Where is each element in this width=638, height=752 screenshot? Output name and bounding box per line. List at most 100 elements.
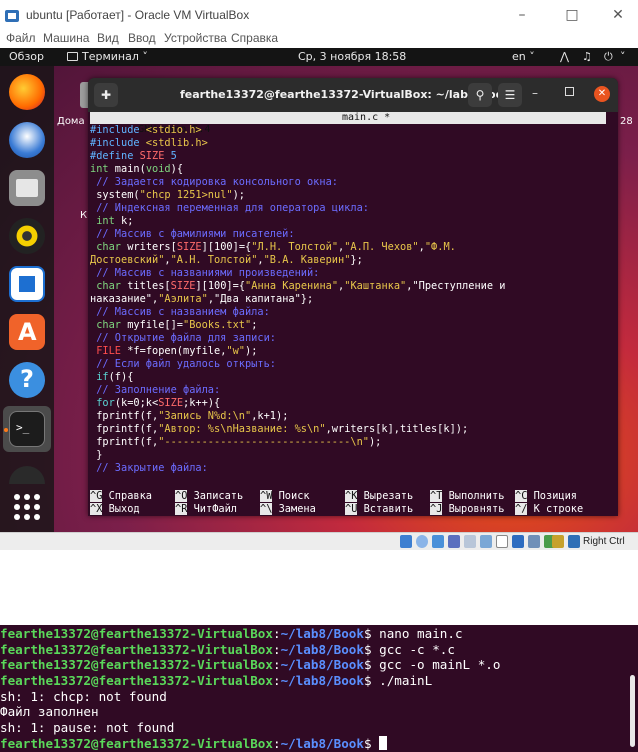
mouse-integration-icon[interactable] [552, 535, 564, 548]
code-token: "Анна Каренина" [245, 280, 339, 292]
code-token: Достоевский" [90, 254, 165, 266]
shortcut-item[interactable]: ^R ЧитФайл [175, 503, 237, 516]
usb-icon[interactable] [448, 535, 460, 548]
code-token: #include [90, 137, 146, 149]
shortcut-item[interactable]: ^J Выровнять [430, 503, 504, 516]
clock[interactable]: Ср, 3 ноября 18:58 [298, 50, 406, 63]
shortcut-item[interactable]: ^G Справка [90, 490, 152, 503]
code-token: <stdio.h> [145, 124, 202, 136]
menu-devices[interactable]: Устройства [164, 31, 227, 45]
terminal-window[interactable]: ✚ fearthe13372@fearthe13372-VirtualBox: … [88, 78, 618, 516]
prompt-user: fearthe13372@fearthe13372-VirtualBox [0, 657, 273, 673]
code-token: ][100]={ [195, 280, 246, 292]
trash-icon[interactable] [9, 466, 45, 484]
shortcut-item[interactable]: ^K Вырезать [345, 490, 413, 503]
optical-drive-icon[interactable] [400, 535, 412, 548]
shortcut-key: ^J [430, 503, 443, 515]
capture-icon[interactable] [512, 535, 524, 548]
firefox-icon[interactable] [9, 74, 45, 110]
code-token: titles[ [121, 280, 171, 292]
code-line: for(k=0;k<SIZE;k++){ [90, 397, 610, 410]
code-line: // Открытие файла для записи: [90, 332, 610, 345]
scrollbar[interactable] [630, 675, 635, 747]
code-token: "chcp 1251>nul" [139, 189, 233, 201]
code-token: SIZE [176, 241, 202, 253]
menu-file[interactable]: Файл [6, 31, 36, 45]
prompt-user: fearthe13372@fearthe13372-VirtualBox [0, 673, 273, 689]
code-line: // Массив с названием файла: [90, 306, 610, 319]
code-token: "Автор: %s\nНазвание: %s\n" [158, 423, 326, 435]
shortcut-item[interactable]: ^T Выполнить [430, 490, 504, 503]
maximize-button[interactable] [565, 87, 574, 96]
hamburger-menu-icon[interactable]: ☰ [498, 83, 522, 107]
terminal-app-menu[interactable]: Терминал ˅ [67, 50, 148, 63]
search-icon[interactable]: ⚲ [468, 83, 492, 107]
shortcut-item[interactable]: ^O Записать [175, 490, 243, 503]
shortcut-item[interactable]: ^U Вставить [345, 503, 413, 516]
vm-screen[interactable]: Обзор Терминал ˅ Ср, 3 ноября 18:58 en ˅… [0, 48, 638, 532]
shortcut-item[interactable]: ^X Выход [90, 503, 140, 516]
network-adapter-icon[interactable] [432, 535, 444, 548]
shortcut-item[interactable]: ^C Позиция [515, 490, 577, 503]
power-icon[interactable]: ⏻ [604, 50, 613, 64]
volume-icon[interactable]: ♫ [582, 50, 592, 63]
shortcut-label: Позиция [533, 490, 578, 502]
code-token: myfile[]= [121, 319, 184, 331]
code-token: k; [114, 215, 134, 227]
files-icon[interactable] [9, 170, 45, 206]
shortcut-item[interactable]: ^W Поиск [260, 490, 310, 503]
shortcut-item[interactable]: ^\ Замена [260, 503, 316, 516]
host-terminal[interactable]: fearthe13372@fearthe13372-VirtualBox: ~/l… [0, 625, 638, 752]
network-icon[interactable]: ⋀ [560, 50, 569, 63]
new-tab-button[interactable]: ✚ [94, 83, 118, 107]
desktop-text-fragment: 28 [620, 116, 633, 127]
thunderbird-icon[interactable] [9, 122, 45, 158]
maximize-button[interactable]: □ [561, 4, 583, 26]
output-text: sh: 1: chcp: not found [0, 688, 167, 704]
code-line: int k; [90, 215, 610, 228]
menu-input[interactable]: Ввод [128, 31, 156, 45]
minimize-button[interactable]: – [532, 86, 538, 100]
shortcut-label: Вырезать [363, 490, 414, 502]
minimize-button[interactable]: – [511, 4, 533, 26]
code-line: FILE *f=fopen(myfile,"w"); [90, 345, 610, 358]
app-menu-label: Терминал [82, 50, 139, 63]
rhythmbox-icon[interactable] [9, 218, 45, 254]
chevron-down-icon: ˅ [142, 50, 148, 63]
prompt-path: ~/lab8/Book [280, 641, 364, 657]
prompt-symbol: $ [363, 641, 372, 657]
prompt-user: fearthe13372@fearthe13372-VirtualBox [0, 626, 273, 641]
code-token: "Запись N%d:\n" [158, 410, 252, 422]
display-icon[interactable] [496, 535, 508, 548]
code-editor[interactable]: #include <stdio.h> #include <stdlib.h> #de… [90, 124, 610, 475]
show-applications-icon[interactable] [14, 494, 40, 520]
help-icon[interactable]: ? [9, 362, 45, 398]
edit-icon[interactable] [480, 535, 492, 548]
close-window-button[interactable]: ✕ [607, 4, 629, 26]
keyboard-icon[interactable] [568, 535, 580, 548]
language-indicator[interactable]: en ˅ [512, 50, 535, 63]
code-token: fprintf(f, [90, 410, 159, 422]
chevron-down-icon[interactable]: ˅ [620, 50, 626, 63]
output-text: Файл заполнен [0, 704, 99, 720]
shortcut-item[interactable]: ^/ К строке [515, 503, 583, 516]
language-label: en [512, 50, 526, 63]
shared-folders-icon[interactable] [464, 535, 476, 548]
code-token: // Заполнение файла: [90, 384, 221, 396]
shortcut-key: ^C [515, 490, 528, 502]
close-icon[interactable]: ✕ [594, 86, 610, 102]
menu-machine[interactable]: Машина [43, 31, 89, 45]
audio-icon[interactable] [416, 535, 428, 548]
command-text: gcc -o mainL *.o [371, 657, 501, 673]
menu-view[interactable]: Вид [97, 31, 119, 45]
writer-icon[interactable] [9, 266, 45, 302]
shortcut-label: К строке [533, 503, 584, 515]
code-token: }; [350, 254, 363, 266]
menu-help[interactable]: Справка [231, 31, 278, 45]
software-center-icon[interactable]: A [9, 314, 45, 350]
prompt-separator: : [272, 735, 281, 751]
activities-button[interactable]: Обзор [9, 50, 44, 63]
recording-icon[interactable] [528, 535, 540, 548]
code-token: // Массив с названиями произведений: [90, 267, 320, 279]
terminal-icon[interactable]: >_ [9, 411, 45, 447]
